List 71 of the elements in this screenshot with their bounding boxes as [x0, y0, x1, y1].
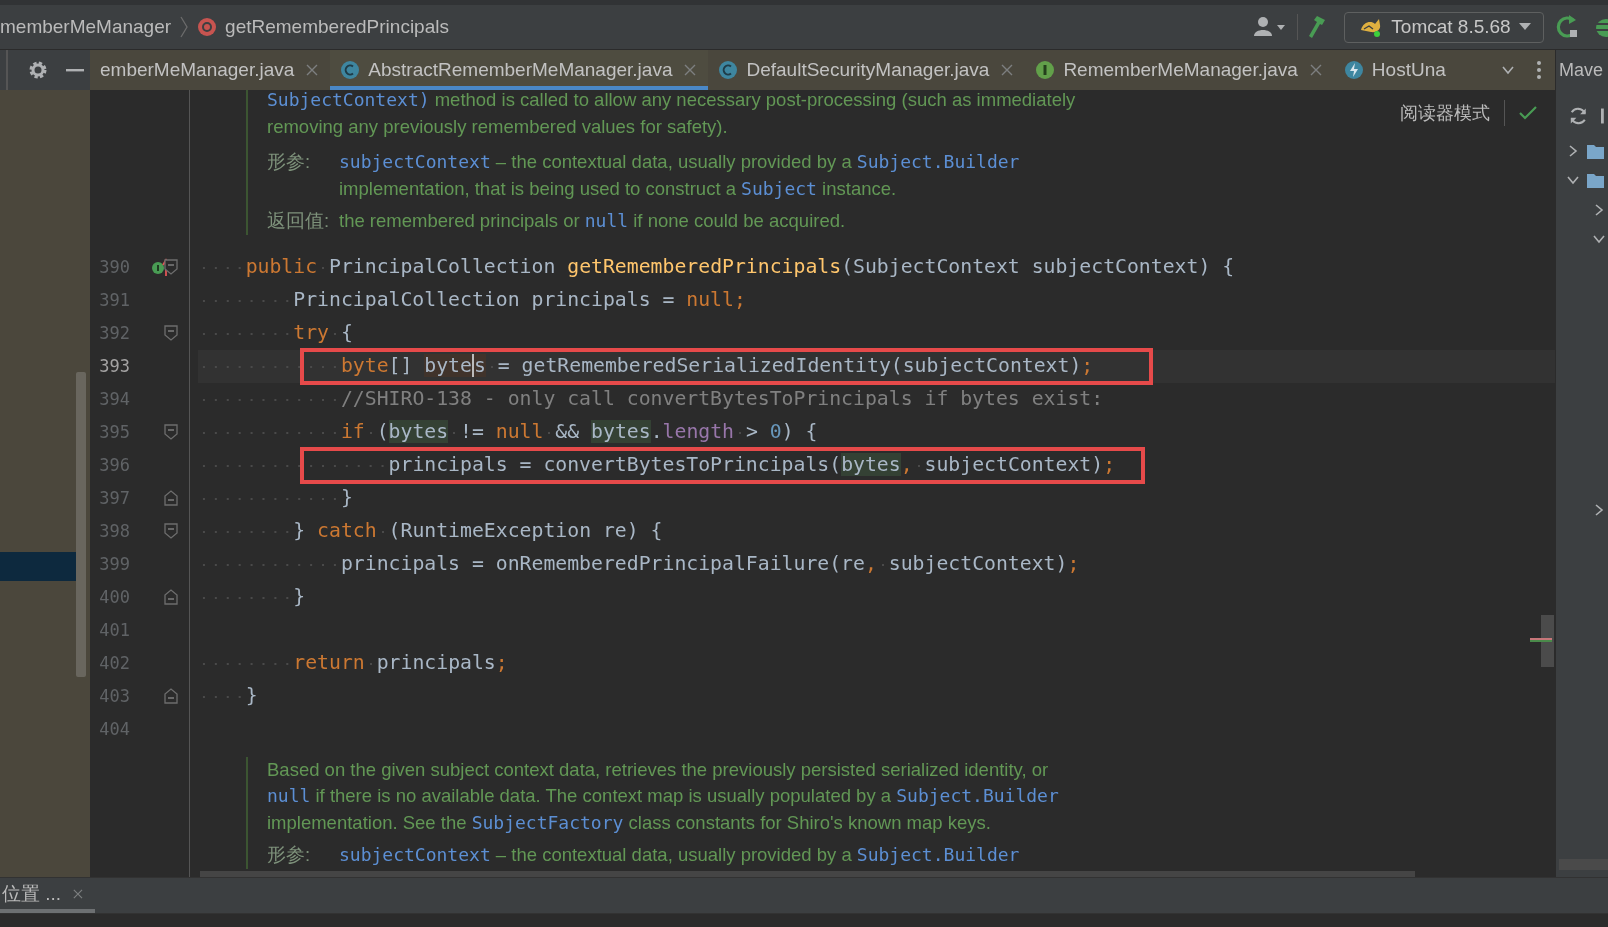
- breadcrumb-item[interactable]: memberMeManager: [0, 16, 172, 38]
- code-line: if (bytes != null && bytes.length > 0) {: [198, 420, 818, 443]
- line-number: 397: [98, 488, 130, 508]
- tag-label: 形参:: [267, 150, 312, 174]
- fold-icon[interactable]: [164, 259, 178, 275]
- line-number: 398: [98, 521, 130, 541]
- editor-tab[interactable]: AbstractRememberMeManager.java: [330, 50, 709, 90]
- fold-icon[interactable]: [164, 523, 178, 539]
- code-line: principals = onRememberedPrincipalFailure(re, subjectContext);: [198, 552, 1080, 575]
- line-number: 390: [98, 257, 130, 277]
- refresh-icon[interactable]: [1568, 105, 1589, 127]
- line-number: 395: [98, 422, 130, 442]
- line-number: 392: [98, 323, 130, 343]
- code-line: byte[] byte s = getRememberedSerializedIdentity(subjectContext);: [198, 354, 1094, 377]
- close-icon[interactable]: [306, 64, 319, 76]
- breadcrumb-item[interactable]: getRememberedPrincipals: [225, 16, 449, 38]
- code-line: principals = convertBytesToPrincipals(bytes, subjectContext);: [198, 453, 1116, 476]
- editor-tab[interactable]: RememberMeManager.java: [1025, 50, 1334, 90]
- fold-icon[interactable]: [164, 688, 178, 704]
- line-number: 404: [98, 719, 130, 739]
- fold-icon[interactable]: [164, 490, 178, 506]
- line-number: 402: [98, 653, 130, 673]
- interface-icon: [1035, 60, 1056, 80]
- caret-icon: [1519, 23, 1531, 31]
- tag-description: the remembered principals or null if none could be acquired.: [339, 209, 846, 233]
- tag-label: 返回值:: [267, 209, 331, 233]
- fold-icon[interactable]: [164, 589, 178, 605]
- line-number: 403: [98, 686, 130, 706]
- code-line: //SHIRO-138 - only call convertBytesToPrincipals if bytes exist:: [198, 387, 1104, 410]
- doc-text: Based on the given subject context data, retrieves the previously persisted serialized identity, or null if there is no available data. The context map is usually populated by a Subject.Builder implementation. See the SubjectFactory class constants for Shiro's known map keys.: [267, 757, 1059, 835]
- lightning-icon: [1343, 60, 1364, 80]
- close-icon[interactable]: [73, 887, 83, 900]
- doc-text: SubjectContext) method is called to allow any necessary post-processing (such as immediately removing any previously remembered values for safety).: [267, 90, 1076, 139]
- code-line: return principals;: [198, 651, 508, 674]
- check-icon: [1519, 106, 1537, 120]
- run-config-dropdown[interactable]: Tomcat 8.5.68: [1344, 11, 1544, 43]
- separator-icon: [179, 15, 190, 39]
- method-icon: [197, 17, 218, 37]
- code-line: public PrincipalCollection getRememberedPrincipals(SubjectContext subjectContext) {: [198, 255, 1235, 278]
- class-icon: [718, 60, 739, 80]
- user-icon[interactable]: [1253, 16, 1287, 38]
- editor-tab[interactable]: emberMeManager.java: [90, 50, 331, 90]
- close-icon[interactable]: [1309, 64, 1322, 76]
- line-number: 396: [98, 455, 130, 475]
- fold-icon[interactable]: [164, 424, 178, 440]
- line-number: 393: [98, 356, 130, 376]
- panel-title: Mave: [1559, 59, 1603, 81]
- settings-icon[interactable]: [28, 60, 48, 80]
- line-number: 391: [98, 290, 130, 310]
- editor-tab[interactable]: HostUna: [1333, 50, 1458, 90]
- line-number: 400: [98, 587, 130, 607]
- tag-label: 形参:: [267, 843, 312, 867]
- scrollbar-thumb[interactable]: [1541, 615, 1554, 667]
- tag-description: subjectContext – the contextual data, usually provided by a Subject.Builder implementation, that is being used to construct a Subject instance.: [339, 150, 1020, 201]
- code-line: } catch (RuntimeException re) {: [198, 519, 663, 542]
- close-icon[interactable]: [1001, 64, 1014, 76]
- scrollbar[interactable]: [76, 372, 86, 677]
- minimize-icon[interactable]: [66, 68, 84, 72]
- more-icon[interactable]: [1537, 61, 1541, 79]
- fold-icon[interactable]: [164, 325, 178, 341]
- editor-tab[interactable]: DefaultSecurityManager.java: [708, 50, 1026, 90]
- reader-mode-toggle[interactable]: 阅读器模式: [1400, 101, 1490, 125]
- line-number: 399: [98, 554, 130, 574]
- tag-description: subjectContext – the contextual data, usually provided by a Subject.Builder: [339, 843, 1020, 867]
- code-line: PrincipalCollection principals = null;: [198, 288, 746, 311]
- horizontal-scrollbar[interactable]: [200, 871, 1415, 877]
- class-icon: [340, 60, 361, 80]
- line-number: 401: [98, 620, 130, 640]
- change-marker: [1530, 638, 1552, 642]
- close-icon[interactable]: [684, 64, 697, 76]
- line-number: 394: [98, 389, 130, 409]
